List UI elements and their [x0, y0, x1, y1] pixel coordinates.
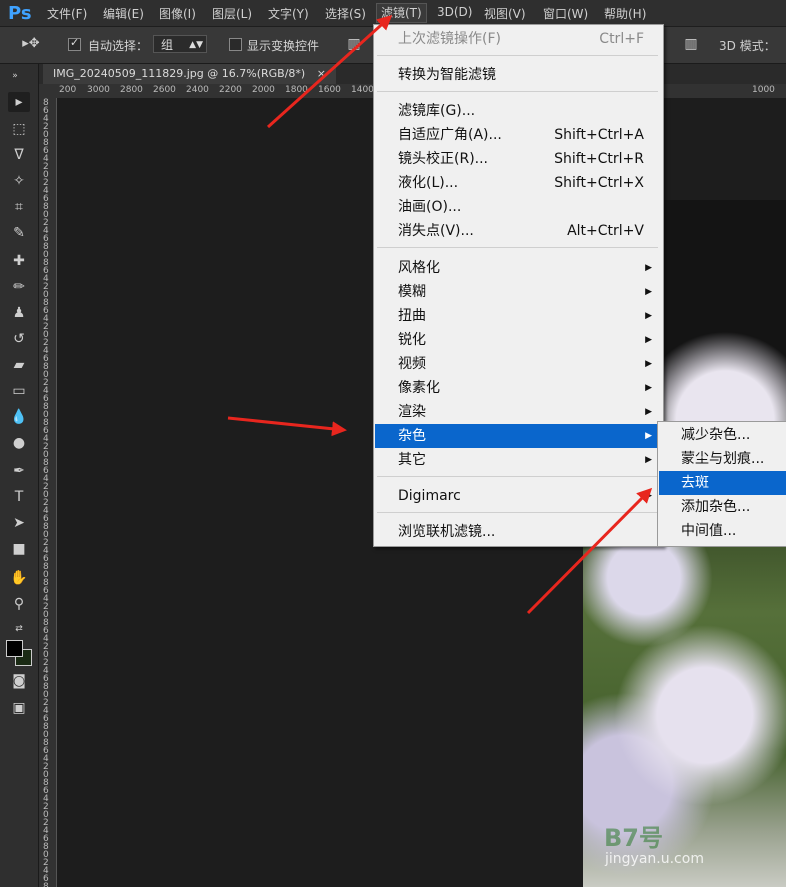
foreground-color-swatch[interactable]	[6, 640, 23, 657]
arrow-to-filter-menu	[266, 14, 393, 129]
annotation-arrows	[227, 14, 653, 615]
arrow-to-noise-item	[227, 416, 347, 437]
arrow-to-despeckle	[526, 487, 653, 615]
